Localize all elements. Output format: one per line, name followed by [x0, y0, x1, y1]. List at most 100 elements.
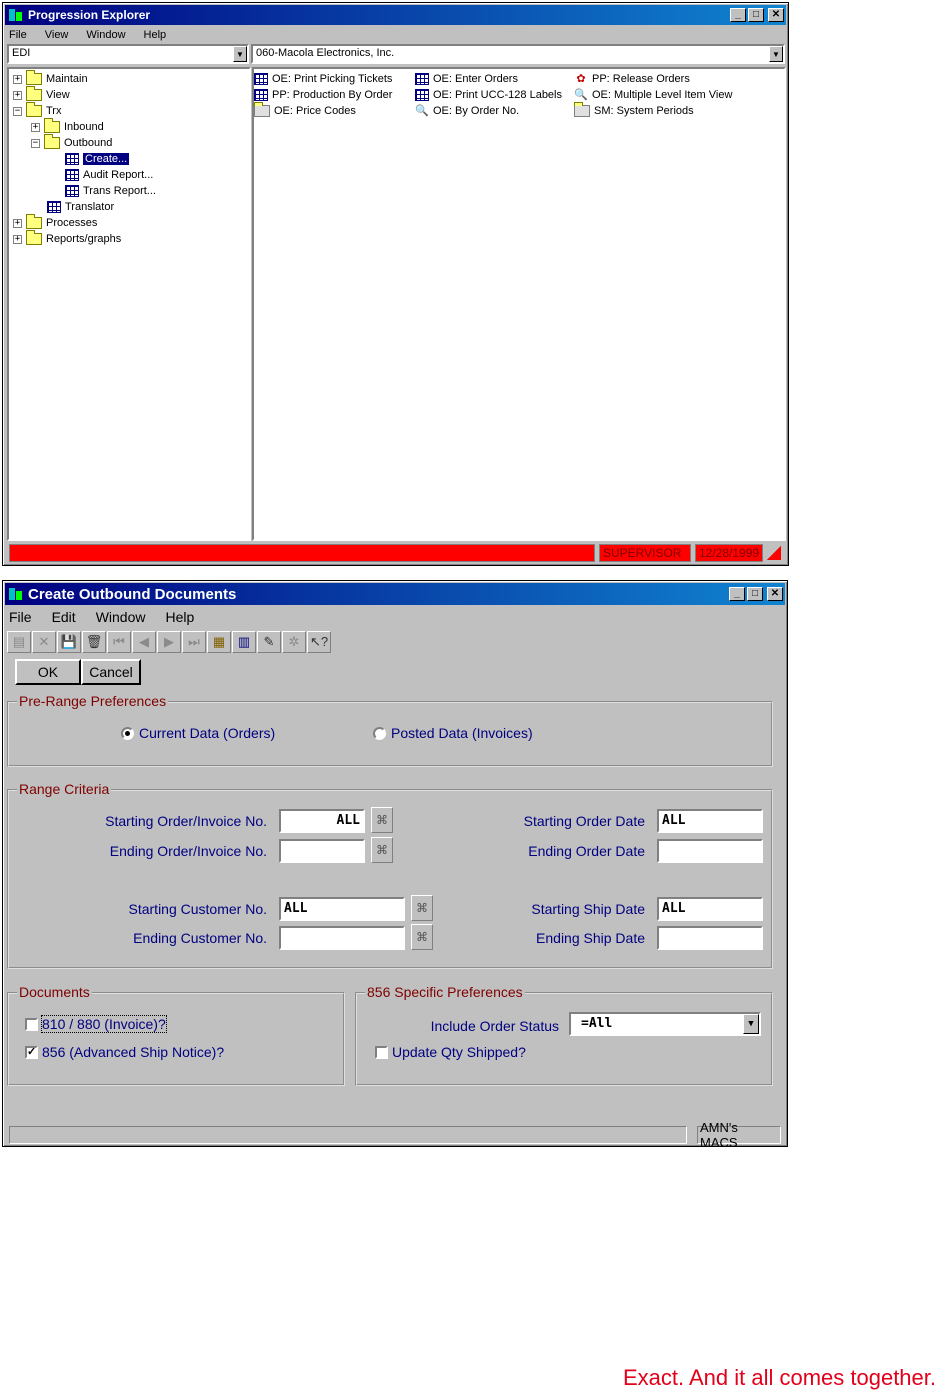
- save-icon[interactable]: 💾: [57, 631, 81, 653]
- menu-view[interactable]: View: [43, 29, 71, 41]
- shortcut-item[interactable]: ✿ PP: Release Orders: [574, 71, 689, 87]
- menu-help[interactable]: Help: [142, 29, 169, 41]
- tree-item-reports-graphs[interactable]: + Reports/graphs: [13, 230, 121, 247]
- binoculars-icon[interactable]: ⌘: [371, 807, 393, 833]
- expand-icon[interactable]: +: [13, 74, 22, 84]
- settings-icon[interactable]: ✲: [282, 631, 306, 653]
- shortcut-pane[interactable]: OE: Print Picking Tickets PP: Production…: [252, 67, 786, 541]
- shortcut-item[interactable]: SM: System Periods: [574, 102, 694, 119]
- resize-grip-icon[interactable]: [767, 546, 781, 560]
- tree-item-processes[interactable]: + Processes: [13, 214, 97, 231]
- maximize-button[interactable]: □: [747, 587, 763, 601]
- tree-item-maintain[interactable]: + Maintain: [13, 70, 88, 87]
- checkbox-856[interactable]: ✓ 856 (Advanced Ship Notice)?: [25, 1044, 224, 1060]
- checkbox-810-880[interactable]: 810 / 880 (Invoice)?: [25, 1015, 167, 1033]
- expand-icon[interactable]: +: [13, 234, 22, 244]
- grid-icon: [415, 73, 429, 85]
- chart-icon[interactable]: ✎: [257, 631, 281, 653]
- starting-ship-date-field[interactable]: ALL: [657, 897, 763, 921]
- help-pointer-icon[interactable]: ↖?: [307, 631, 331, 653]
- cancel-button[interactable]: Cancel: [81, 659, 141, 685]
- binoculars-icon[interactable]: ⌘: [371, 837, 393, 863]
- calculator-icon[interactable]: ▥: [232, 631, 256, 653]
- folder-icon: [44, 118, 60, 133]
- starting-customer-field[interactable]: ALL: [279, 897, 405, 921]
- ending-order-field[interactable]: [279, 839, 365, 863]
- first-record-icon[interactable]: ⏮: [107, 631, 131, 653]
- print-icon[interactable]: ▤: [7, 631, 31, 653]
- previous-record-icon[interactable]: ◀: [132, 631, 156, 653]
- radio-current-data[interactable]: Current Data (Orders): [121, 725, 275, 741]
- trash-icon[interactable]: 🗑: [82, 631, 106, 653]
- tree-pane[interactable]: + Maintain + View − Trx + Inbound − Outb…: [7, 67, 251, 541]
- shortcut-item[interactable]: OE: Print UCC-128 Labels: [415, 87, 562, 103]
- company-combo[interactable]: 060-Macola Electronics, Inc. ▼: [251, 44, 785, 64]
- status-message: [9, 544, 595, 562]
- shortcut-item[interactable]: OE: Enter Orders: [415, 71, 518, 87]
- minimize-button[interactable]: _: [730, 8, 746, 22]
- ok-button[interactable]: OK: [15, 659, 81, 685]
- menu-file[interactable]: File: [7, 29, 29, 41]
- tree-item-translator[interactable]: Translator: [47, 199, 114, 215]
- expand-icon[interactable]: +: [13, 90, 22, 100]
- menu-window[interactable]: Window: [84, 29, 127, 41]
- shortcut-item[interactable]: PP: Production By Order: [254, 87, 392, 103]
- module-combo[interactable]: EDI ▼: [7, 44, 249, 64]
- menu-file[interactable]: File: [7, 609, 34, 625]
- ending-ship-date-field[interactable]: [657, 926, 763, 950]
- tree-item-view[interactable]: + View: [13, 86, 70, 103]
- close-button[interactable]: ✕: [768, 8, 784, 22]
- group-title: Range Criteria: [17, 781, 112, 797]
- notes-icon[interactable]: ▦: [207, 631, 231, 653]
- close-button[interactable]: ✕: [767, 587, 783, 601]
- window-title: Progression Explorer: [28, 8, 151, 22]
- shortcut-item[interactable]: OE: Price Codes: [254, 102, 356, 119]
- binoculars-icon[interactable]: ⌘: [411, 895, 433, 921]
- checkbox-box[interactable]: [25, 1017, 38, 1031]
- shortcut-item[interactable]: 🔍 OE: By Order No.: [415, 103, 519, 119]
- chevron-down-icon[interactable]: ▼: [743, 1014, 759, 1034]
- binoculars-icon[interactable]: ⌘: [411, 924, 433, 950]
- chevron-down-icon[interactable]: ▼: [233, 46, 247, 62]
- radio-dot[interactable]: [121, 726, 134, 740]
- include-status-select[interactable]: =All ▼: [569, 1012, 761, 1036]
- explorer-titlebar[interactable]: Progression Explorer _ □ ✕: [5, 5, 786, 25]
- tree-item-create[interactable]: Create...: [65, 151, 130, 167]
- menu-help[interactable]: Help: [163, 609, 196, 625]
- starting-order-field[interactable]: ALL: [279, 809, 365, 833]
- menu-window[interactable]: Window: [94, 609, 148, 625]
- maximize-button[interactable]: □: [748, 8, 764, 22]
- starting-order-date-field[interactable]: ALL: [657, 809, 763, 833]
- tree-item-trans-report[interactable]: Trans Report...: [65, 183, 156, 199]
- collapse-icon[interactable]: −: [13, 106, 22, 116]
- collapse-icon[interactable]: −: [31, 138, 40, 148]
- checkbox-box[interactable]: [375, 1045, 388, 1059]
- checkbox-update-qty[interactable]: Update Qty Shipped?: [375, 1044, 526, 1060]
- shortcut-label: OE: Print UCC-128 Labels: [433, 89, 562, 101]
- shortcut-item[interactable]: OE: Print Picking Tickets: [254, 71, 392, 87]
- minimize-button[interactable]: _: [729, 587, 745, 601]
- last-record-icon[interactable]: ⏭: [182, 631, 206, 653]
- tree-item-outbound[interactable]: − Outbound: [31, 134, 113, 151]
- ending-customer-field[interactable]: [279, 926, 405, 950]
- expand-icon[interactable]: +: [31, 122, 40, 132]
- starting-order-label: Starting Order/Invoice No.: [105, 813, 267, 829]
- app-icon: [9, 588, 22, 600]
- tree-item-trx[interactable]: − Trx: [13, 102, 61, 119]
- ending-order-date-field[interactable]: [657, 839, 763, 863]
- radio-posted-data[interactable]: Posted Data (Invoices): [373, 725, 533, 741]
- check-icon[interactable]: ✓: [25, 1045, 38, 1059]
- expand-icon[interactable]: +: [13, 218, 22, 228]
- shortcut-item[interactable]: 🔍 OE: Multiple Level Item View: [574, 87, 732, 103]
- tree-label: Outbound: [64, 137, 113, 149]
- radio-dot[interactable]: [373, 726, 386, 740]
- menu-edit[interactable]: Edit: [50, 609, 78, 625]
- tree-item-audit-report[interactable]: Audit Report...: [65, 167, 153, 183]
- chevron-down-icon[interactable]: ▼: [769, 46, 783, 62]
- menubar: File Edit Window Help: [7, 607, 783, 627]
- tree-item-inbound[interactable]: + Inbound: [31, 118, 104, 135]
- delete-icon[interactable]: ✕: [32, 631, 56, 653]
- dialog-titlebar[interactable]: Create Outbound Documents _ □ ✕: [5, 583, 785, 605]
- next-record-icon[interactable]: ▶: [157, 631, 181, 653]
- tree-label: Maintain: [46, 73, 88, 85]
